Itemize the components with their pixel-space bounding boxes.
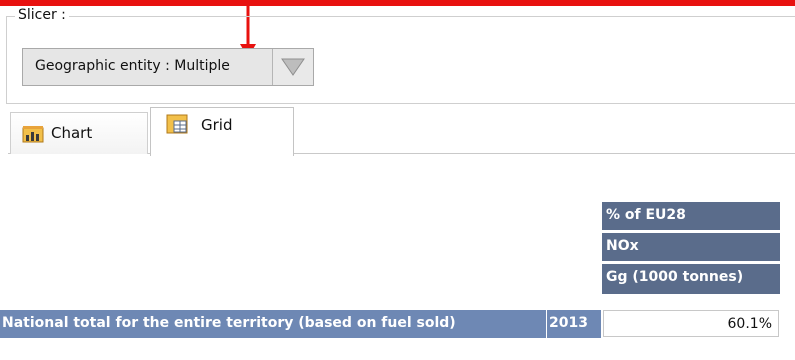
chart-icon xyxy=(22,126,44,143)
tab-chart-label: Chart xyxy=(51,124,93,142)
dropdown-toggle-button[interactable] xyxy=(272,49,313,85)
row-header-year: 2013 xyxy=(547,310,601,338)
column-header-pollutant: NOx xyxy=(602,233,780,261)
slicer-panel: Slicer : Geographic entity : Multiple xyxy=(6,7,795,104)
tab-grid[interactable]: Grid xyxy=(150,107,294,156)
value-cell: 60.1% xyxy=(603,310,779,337)
view-tabs: Chart Grid xyxy=(8,106,795,156)
grid-icon xyxy=(166,114,188,134)
tab-chart[interactable]: Chart xyxy=(10,112,148,154)
dropdown-label: Geographic entity : Multiple xyxy=(35,58,230,74)
slicer-legend: Slicer : xyxy=(15,7,69,23)
geographic-entity-dropdown[interactable]: Geographic entity : Multiple xyxy=(22,48,314,86)
row-header-territory: National total for the entire territory … xyxy=(0,310,546,338)
triangle-down-icon xyxy=(281,58,305,76)
column-header-measure: % of EU28 xyxy=(602,202,780,230)
column-header-unit: Gg (1000 tonnes) xyxy=(602,264,780,294)
tab-grid-label: Grid xyxy=(201,116,233,134)
annotation-highlight-bar xyxy=(0,0,795,6)
